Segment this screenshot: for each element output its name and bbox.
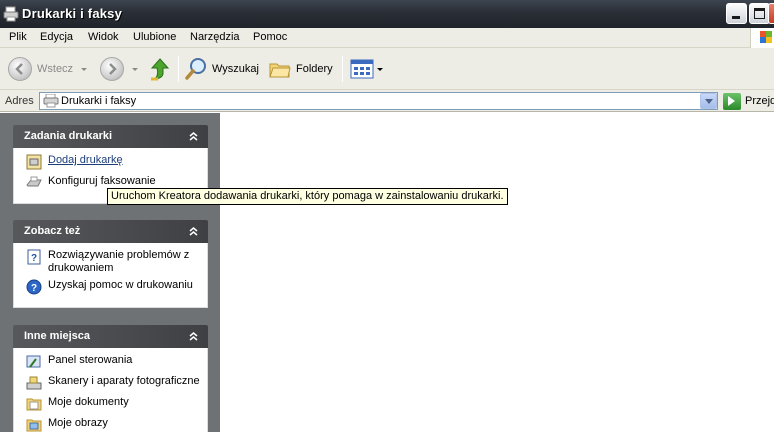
panel-body: Panel sterowania Skanery i aparaty fotog… <box>13 348 208 432</box>
scanner-camera-icon <box>26 376 42 390</box>
title-bar[interactable]: Drukarki i faksy <box>0 0 774 28</box>
views-button[interactable] <box>350 48 383 90</box>
collapse-icon[interactable] <box>186 224 201 239</box>
views-icon <box>350 59 374 79</box>
menu-help[interactable]: Pomoc <box>253 31 287 43</box>
folders-icon <box>269 63 291 78</box>
chevron-down-icon <box>377 67 383 71</box>
minimize-icon <box>732 16 740 19</box>
search-icon <box>185 58 206 80</box>
forward-button[interactable] <box>100 48 124 90</box>
folder-up-icon <box>150 58 170 81</box>
task-label: Moje obrazy <box>48 417 108 429</box>
svg-text:?: ? <box>31 253 37 264</box>
menu-view[interactable]: Widok <box>88 31 119 43</box>
panel-body: ? Rozwiązywanie problemów z drukowaniem … <box>13 243 208 308</box>
maximize-button[interactable] <box>749 3 770 24</box>
panel-header[interactable]: Zobacz też <box>13 220 208 243</box>
task-label: Moje dokumenty <box>48 396 129 408</box>
task-label: Dodaj drukarkę <box>48 154 123 166</box>
toolbar-separator <box>178 56 179 82</box>
task-label: Panel sterowania <box>48 354 133 366</box>
menu-tools[interactable]: Narzędzia <box>190 31 240 43</box>
up-button[interactable] <box>149 48 171 90</box>
folders-button[interactable]: Foldery <box>269 48 333 90</box>
task-pane: Zadania drukarki Dodaj drukarkę Konfigur… <box>0 113 220 432</box>
menu-file[interactable]: Plik <box>9 31 27 43</box>
panel-header[interactable]: Inne miejsca <box>13 325 208 348</box>
folders-label: Foldery <box>296 63 333 75</box>
collapse-icon[interactable] <box>186 129 201 144</box>
file-list-area[interactable] <box>220 113 774 432</box>
forward-dropdown[interactable] <box>132 48 138 90</box>
my-documents-icon <box>26 398 42 411</box>
back-arrow-icon <box>8 57 32 81</box>
panel-header[interactable]: Zadania drukarki <box>13 125 208 148</box>
control-panel-link[interactable]: Panel sterowania <box>14 354 207 370</box>
my-pictures-icon <box>26 419 42 432</box>
task-label: Uzyskaj pomoc w drukowaniu <box>48 279 193 291</box>
my-documents-link[interactable]: Moje dokumenty <box>14 396 207 412</box>
maximize-icon <box>754 8 765 19</box>
close-button[interactable] <box>768 3 774 24</box>
toolbar: Wstecz Wyszukaj Foldery <box>0 48 774 90</box>
task-label: Konfiguruj faksowanie <box>48 175 156 187</box>
panel-other-places: Inne miejsca Panel sterowania Skanery i … <box>13 325 208 432</box>
add-printer-icon <box>26 154 42 170</box>
fax-icon <box>26 176 42 187</box>
collapse-icon[interactable] <box>186 329 201 344</box>
panel-title: Zobacz też <box>24 225 81 237</box>
task-label: Rozwiązywanie problemów z drukowaniem <box>48 249 190 274</box>
printing-help-link[interactable]: ? Uzyskaj pomoc w drukowaniu <box>14 279 207 295</box>
forward-arrow-icon <box>100 57 124 81</box>
go-arrow-icon[interactable] <box>723 93 741 110</box>
menu-edit[interactable]: Edycja <box>40 31 73 43</box>
toolbar-separator <box>342 56 343 82</box>
help-document-icon: ? <box>27 249 41 265</box>
windows-logo-icon <box>750 28 774 48</box>
printer-folder-icon <box>43 94 59 108</box>
address-label: Adres <box>5 95 34 107</box>
chevron-down-icon <box>81 67 87 71</box>
back-button[interactable]: Wstecz <box>8 48 73 90</box>
address-bar: Adres Drukarki i faksy Przejdź <box>0 90 774 112</box>
printer-folder-icon <box>3 6 19 22</box>
address-dropdown-button[interactable] <box>700 93 717 109</box>
svg-text:?: ? <box>31 283 37 294</box>
my-pictures-link[interactable]: Moje obrazy <box>14 417 207 432</box>
search-label: Wyszukaj <box>212 63 259 75</box>
control-panel-icon <box>26 355 41 368</box>
address-value: Drukarki i faksy <box>61 95 137 107</box>
panel-see-also: Zobacz też ? Rozwiązywanie problemów z d… <box>13 220 208 308</box>
address-input[interactable]: Drukarki i faksy <box>39 92 718 110</box>
panel-title: Inne miejsca <box>24 330 91 342</box>
go-button-label[interactable]: Przejdź <box>745 95 774 107</box>
chevron-down-icon <box>132 67 138 71</box>
back-label: Wstecz <box>37 63 74 75</box>
task-label: Skanery i aparaty fotograficzne <box>48 375 200 387</box>
window-title: Drukarki i faksy <box>22 6 123 21</box>
search-button[interactable]: Wyszukaj <box>185 48 259 90</box>
add-printer-link[interactable]: Dodaj drukarkę <box>14 154 207 170</box>
tooltip: Uruchom Kreatora dodawania drukarki, któ… <box>107 188 508 205</box>
menu-bar: Plik Edycja Widok Ulubione Narzędzia Pom… <box>0 28 774 48</box>
minimize-button[interactable] <box>726 3 747 24</box>
panel-title: Zadania drukarki <box>24 130 113 142</box>
back-dropdown[interactable] <box>81 48 87 90</box>
troubleshoot-printing-link[interactable]: ? Rozwiązywanie problemów z drukowaniem <box>14 249 207 275</box>
help-icon: ? <box>26 279 42 295</box>
menu-favorites[interactable]: Ulubione <box>133 31 176 43</box>
scanners-cameras-link[interactable]: Skanery i aparaty fotograficzne <box>14 375 207 391</box>
